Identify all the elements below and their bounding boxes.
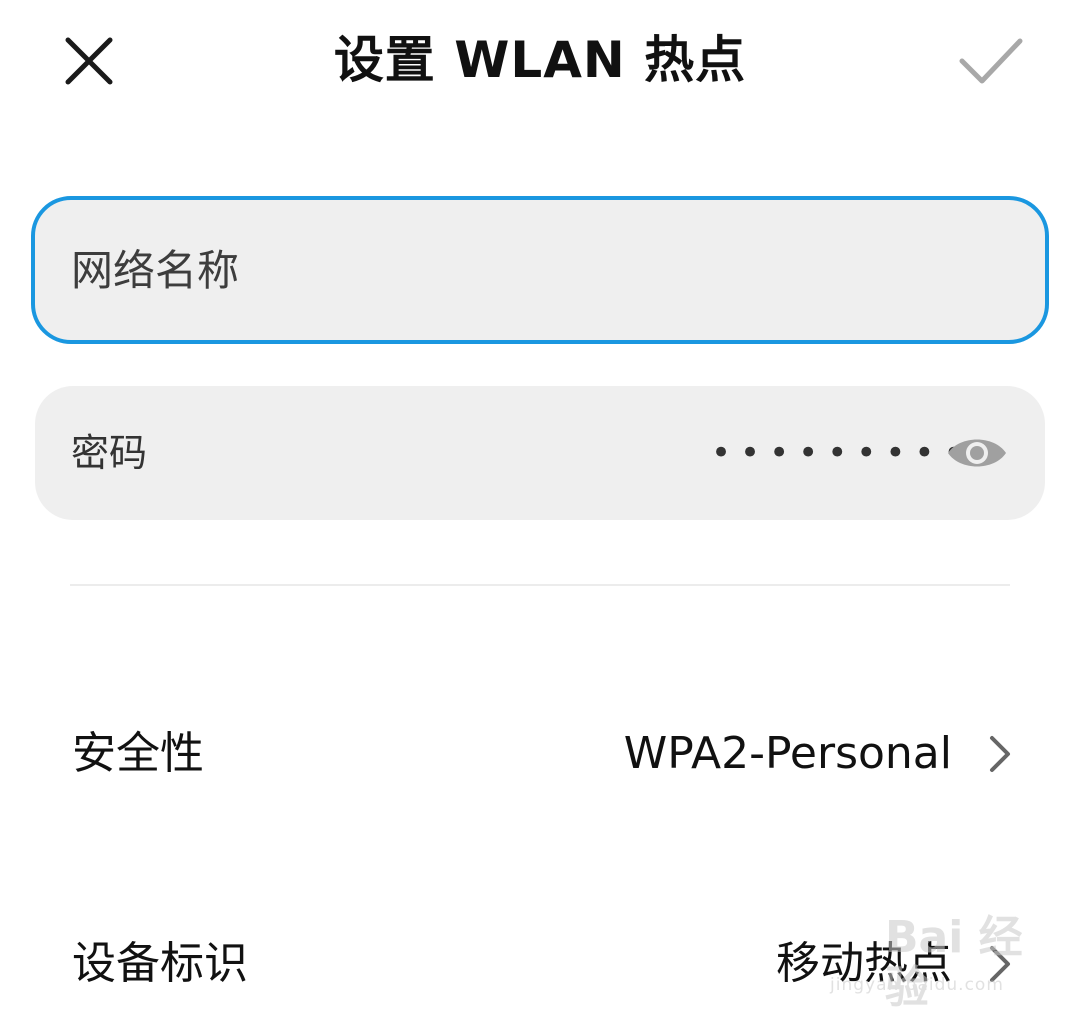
close-icon bbox=[65, 37, 113, 85]
chevron-right-icon bbox=[990, 736, 1010, 772]
divider bbox=[70, 584, 1010, 586]
confirm-button[interactable] bbox=[955, 30, 1027, 92]
password-field[interactable]: 密码 ••••••••• bbox=[35, 386, 1045, 520]
device-identifier-value: 移动热点 bbox=[776, 938, 952, 989]
network-name-field[interactable] bbox=[31, 196, 1049, 344]
eye-icon bbox=[948, 439, 1006, 467]
page-title: 设置 WLAN 热点 bbox=[333, 31, 747, 89]
chevron-right-icon bbox=[990, 946, 1010, 982]
close-button[interactable] bbox=[58, 30, 120, 92]
toggle-password-visibility-button[interactable] bbox=[943, 430, 1011, 476]
security-row[interactable]: 安全性 WPA2-Personal bbox=[0, 694, 1080, 814]
device-identifier-label: 设备标识 bbox=[72, 938, 248, 989]
security-value: WPA2-Personal bbox=[623, 728, 952, 779]
network-name-input[interactable] bbox=[71, 200, 1009, 340]
security-label: 安全性 bbox=[72, 728, 204, 779]
password-input[interactable]: ••••••••• bbox=[711, 386, 964, 520]
checkmark-icon bbox=[959, 38, 1023, 84]
device-identifier-row[interactable]: 设备标识 移动热点 bbox=[0, 904, 1080, 1024]
password-label: 密码 bbox=[71, 431, 148, 475]
